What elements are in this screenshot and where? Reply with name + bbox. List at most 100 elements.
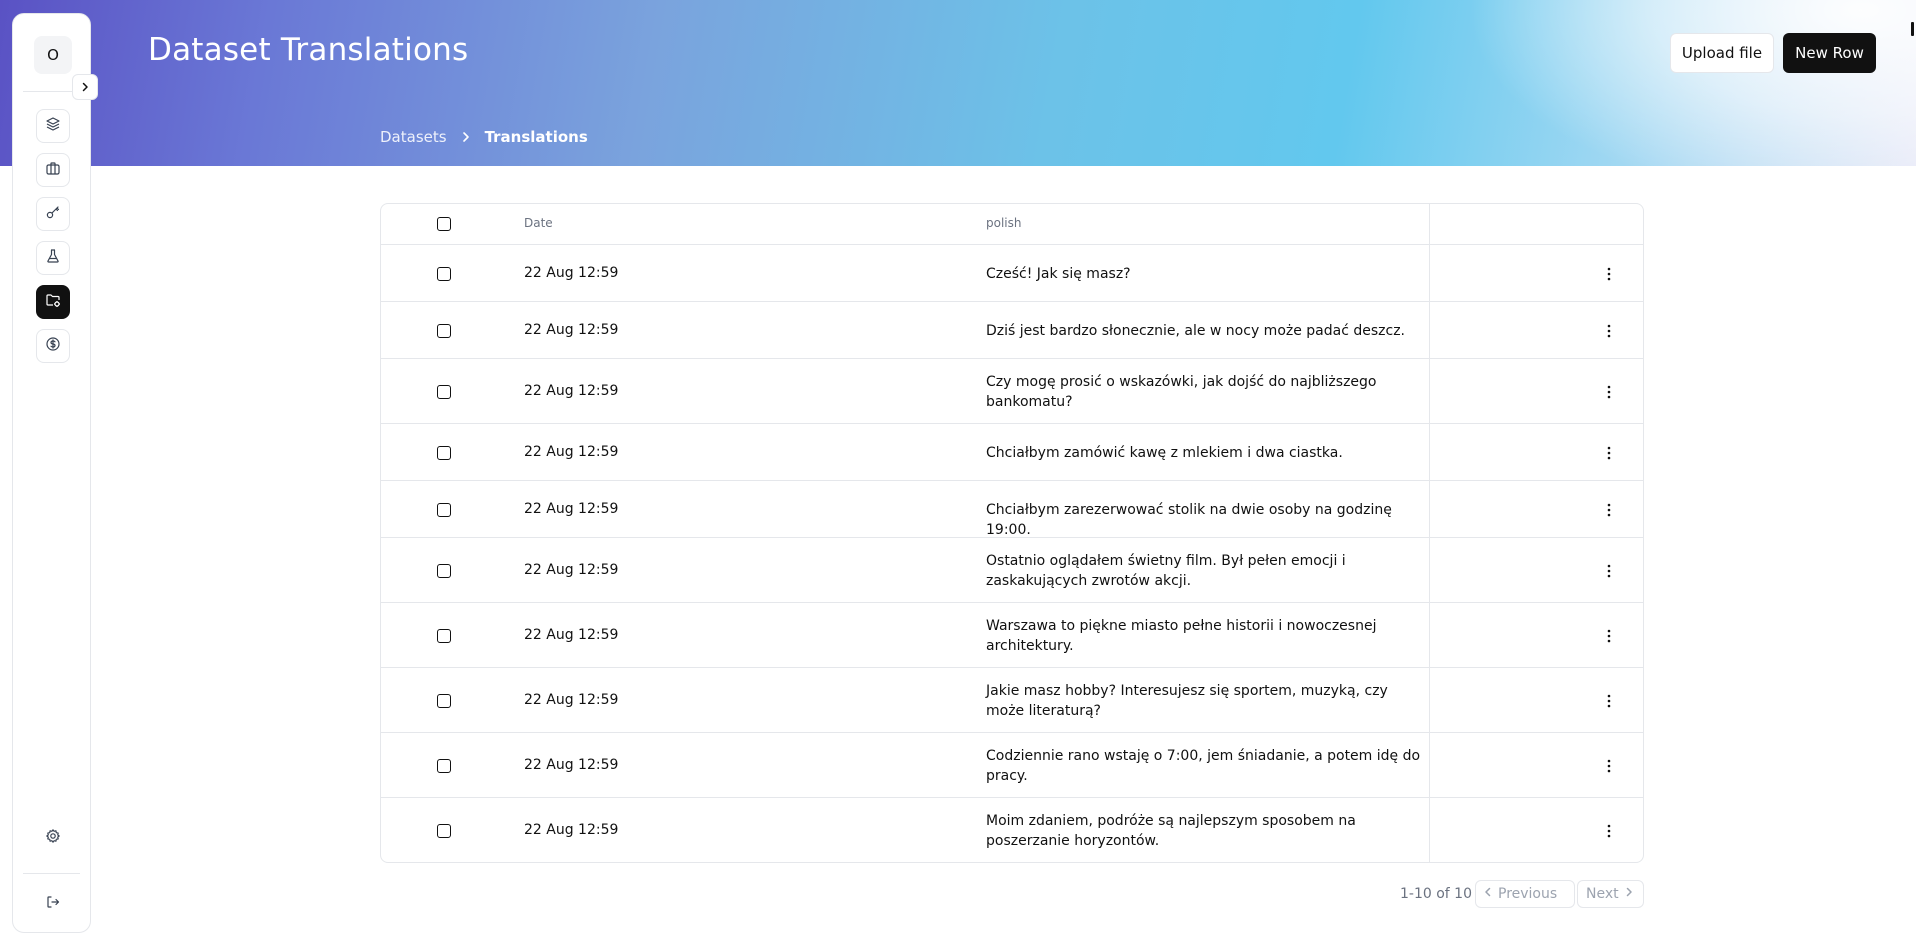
table-header-row: Date polish bbox=[381, 204, 1643, 245]
row-date: 22 Aug 12:59 bbox=[524, 627, 619, 643]
row-checkbox[interactable] bbox=[437, 759, 451, 773]
row-date: 22 Aug 12:59 bbox=[524, 322, 619, 338]
row-date: 22 Aug 12:59 bbox=[524, 501, 619, 517]
breadcrumb-current: Translations bbox=[484, 128, 588, 146]
briefcase-icon bbox=[45, 160, 61, 180]
new-row-button[interactable]: New Row bbox=[1783, 33, 1876, 73]
row-date: 22 Aug 12:59 bbox=[524, 757, 619, 773]
row-date: 22 Aug 12:59 bbox=[524, 265, 619, 281]
select-all-checkbox[interactable] bbox=[437, 217, 451, 231]
sidebar: O bbox=[12, 13, 91, 933]
table-row[interactable]: 22 Aug 12:59 Warszawa to piękne miasto pe… bbox=[381, 603, 1643, 668]
row-date: 22 Aug 12:59 bbox=[524, 383, 619, 399]
row-polish-text: Jakie masz hobby? Interesujesz się sport… bbox=[986, 683, 1388, 719]
layers-icon bbox=[45, 116, 61, 136]
table-row[interactable]: 22 Aug 12:59 Moim zdaniem, podróże są naj… bbox=[381, 798, 1643, 862]
table-row[interactable]: 22 Aug 12:59 Chciałbym zamówić kawę z mle… bbox=[381, 424, 1643, 481]
table-row[interactable]: 22 Aug 12:59 Cześć! Jak się masz? bbox=[381, 245, 1643, 302]
more-vertical-icon bbox=[1607, 385, 1611, 399]
row-checkbox[interactable] bbox=[437, 267, 451, 281]
column-header-date[interactable]: Date bbox=[524, 216, 553, 230]
row-actions-button[interactable] bbox=[1601, 691, 1617, 711]
mouse-cursor bbox=[1911, 22, 1914, 36]
sidebar-item-settings[interactable] bbox=[36, 821, 70, 855]
sidebar-divider bbox=[23, 873, 80, 874]
previous-label: Previous bbox=[1498, 886, 1558, 902]
more-vertical-icon bbox=[1607, 503, 1611, 517]
page-title: Dataset Translations bbox=[148, 32, 469, 68]
pagination-summary: 1-10 of 10 bbox=[1400, 886, 1472, 902]
flask-icon bbox=[45, 248, 61, 268]
row-date: 22 Aug 12:59 bbox=[524, 822, 619, 838]
row-polish-text: Chciałbym zamówić kawę z mlekiem i dwa c… bbox=[986, 445, 1343, 461]
chevron-right-icon bbox=[461, 131, 471, 143]
dataset-table: Date polish 22 Aug 12:59 Cześć! Jak się m… bbox=[380, 203, 1644, 863]
next-label: Next bbox=[1586, 886, 1619, 902]
row-actions-button[interactable] bbox=[1601, 756, 1617, 776]
sidebar-item-billing[interactable] bbox=[36, 329, 70, 363]
table-row[interactable]: 22 Aug 12:59 Codziennie rano wstaję o 7:0… bbox=[381, 733, 1643, 798]
row-actions-button[interactable] bbox=[1601, 321, 1617, 341]
row-polish-text: Chciałbym zarezerwować stolik na dwie os… bbox=[986, 502, 1392, 538]
table-row[interactable]: 22 Aug 12:59 Czy mogę prosić o wskazówki,… bbox=[381, 359, 1643, 424]
avatar[interactable]: O bbox=[34, 36, 72, 74]
more-vertical-icon bbox=[1607, 824, 1611, 838]
row-actions-button[interactable] bbox=[1601, 443, 1617, 463]
previous-page-button[interactable]: Previous bbox=[1475, 880, 1575, 908]
table-row[interactable]: 22 Aug 12:59 Dziś jest bardzo słonecznie,… bbox=[381, 302, 1643, 359]
row-date: 22 Aug 12:59 bbox=[524, 562, 619, 578]
chevron-right-icon bbox=[1625, 886, 1633, 902]
sidebar-item-keys[interactable] bbox=[36, 197, 70, 231]
row-checkbox[interactable] bbox=[437, 694, 451, 708]
row-actions-button[interactable] bbox=[1601, 561, 1617, 581]
row-date: 22 Aug 12:59 bbox=[524, 692, 619, 708]
more-vertical-icon bbox=[1607, 564, 1611, 578]
row-actions-button[interactable] bbox=[1601, 821, 1617, 841]
row-checkbox[interactable] bbox=[437, 503, 451, 517]
row-polish-text: Dziś jest bardzo słonecznie, ale w nocy … bbox=[986, 323, 1406, 339]
more-vertical-icon bbox=[1607, 446, 1611, 460]
sidebar-item-logout[interactable] bbox=[36, 887, 70, 921]
breadcrumb-datasets-link[interactable]: Datasets bbox=[380, 128, 447, 146]
row-checkbox[interactable] bbox=[437, 446, 451, 460]
row-checkbox[interactable] bbox=[437, 385, 451, 399]
row-checkbox[interactable] bbox=[437, 824, 451, 838]
row-actions-button[interactable] bbox=[1601, 382, 1617, 402]
header-banner: Dataset Translations Datasets Translatio… bbox=[0, 0, 1916, 166]
logout-icon bbox=[45, 894, 61, 914]
row-actions-button[interactable] bbox=[1601, 626, 1617, 646]
row-polish-text: Ostatnio oglądałem świetny film. Był peł… bbox=[986, 553, 1346, 589]
more-vertical-icon bbox=[1607, 629, 1611, 643]
row-checkbox[interactable] bbox=[437, 629, 451, 643]
chevron-right-icon bbox=[80, 78, 90, 97]
sidebar-item-experiments[interactable] bbox=[36, 241, 70, 275]
row-polish-text: Warszawa to piękne miasto pełne historii… bbox=[986, 618, 1377, 654]
table-row[interactable]: 22 Aug 12:59 Ostatnio oglądałem świetny f… bbox=[381, 538, 1643, 603]
dollar-circle-icon bbox=[45, 336, 61, 356]
key-icon bbox=[45, 204, 61, 224]
row-actions-button[interactable] bbox=[1601, 500, 1617, 520]
more-vertical-icon bbox=[1607, 324, 1611, 338]
row-polish-text: Codziennie rano wstaję o 7:00, jem śniad… bbox=[986, 748, 1421, 784]
chevron-left-icon bbox=[1484, 886, 1492, 902]
row-date: 22 Aug 12:59 bbox=[524, 444, 619, 460]
more-vertical-icon bbox=[1607, 759, 1611, 773]
gear-icon bbox=[45, 828, 61, 848]
more-vertical-icon bbox=[1607, 267, 1611, 281]
sidebar-item-layers[interactable] bbox=[36, 109, 70, 143]
sidebar-expand-button[interactable] bbox=[72, 74, 98, 100]
sidebar-item-datasets[interactable] bbox=[36, 285, 70, 319]
row-checkbox[interactable] bbox=[437, 324, 451, 338]
sidebar-item-briefcase[interactable] bbox=[36, 153, 70, 187]
table-row[interactable]: 22 Aug 12:59 Chciałbym zarezerwować stoli… bbox=[381, 481, 1643, 538]
row-polish-text: Czy mogę prosić o wskazówki, jak dojść d… bbox=[986, 374, 1377, 410]
table-row[interactable]: 22 Aug 12:59 Jakie masz hobby? Interesuje… bbox=[381, 668, 1643, 733]
row-polish-text: Cześć! Jak się masz? bbox=[986, 266, 1131, 282]
breadcrumb: Datasets Translations bbox=[380, 128, 588, 146]
more-vertical-icon bbox=[1607, 694, 1611, 708]
column-header-polish[interactable]: polish bbox=[986, 216, 1021, 230]
next-page-button[interactable]: Next bbox=[1577, 880, 1644, 908]
row-checkbox[interactable] bbox=[437, 564, 451, 578]
row-actions-button[interactable] bbox=[1601, 264, 1617, 284]
upload-file-button[interactable]: Upload file bbox=[1670, 33, 1774, 73]
